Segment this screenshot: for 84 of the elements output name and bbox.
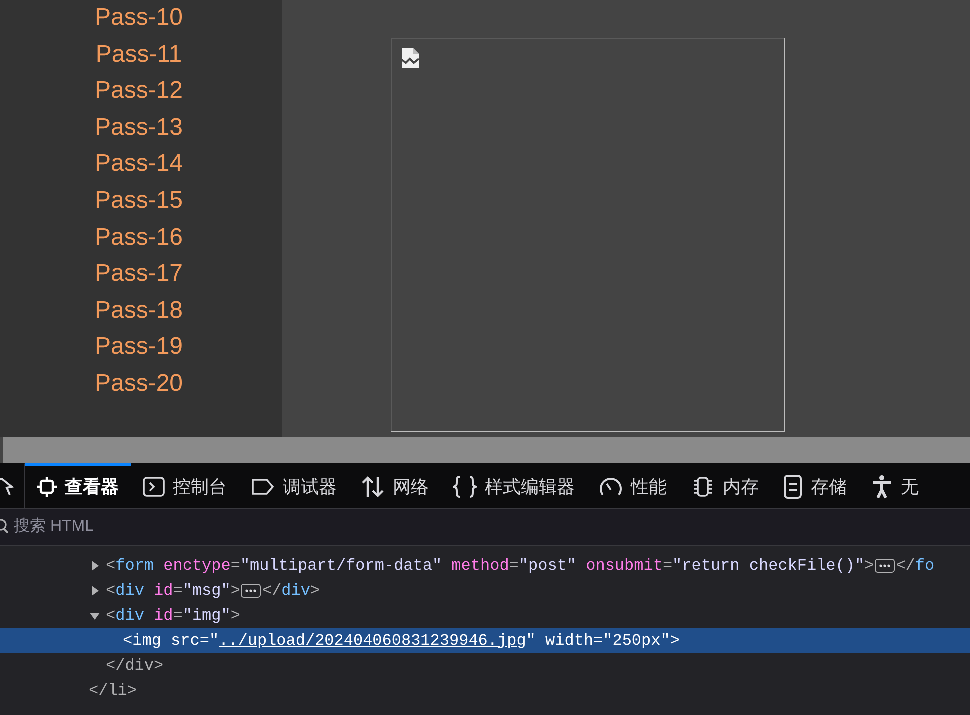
- collapsed-twisty-icon[interactable]: [90, 560, 100, 570]
- devtools-tab[interactable]: 控制台: [131, 463, 239, 508]
- markup-punctuation: =: [230, 556, 240, 576]
- collapsed-twisty-icon[interactable]: [90, 586, 100, 596]
- tag-name: fo: [915, 556, 935, 576]
- markup-punctuation: =: [509, 556, 519, 576]
- attribute-value: "img": [182, 606, 231, 626]
- tag-name: div: [282, 580, 310, 602]
- console-icon: [143, 477, 165, 497]
- attribute-value: "msg": [182, 580, 231, 602]
- level-link[interactable]: Pass-16: [94, 220, 184, 256]
- selected-markup-row[interactable]: <img src="../upload/202404060831239946.jpg" width="250px">: [0, 628, 970, 653]
- closing-tag: </li>: [89, 678, 138, 702]
- attribute-name: src: [170, 630, 200, 652]
- braces-icon: [453, 476, 477, 498]
- markup-punctuation: =: [662, 556, 673, 576]
- level-link[interactable]: Pass-18: [94, 292, 184, 330]
- devtools-tab[interactable]: 样式编辑器: [441, 463, 587, 508]
- markup-punctuation: </: [896, 556, 916, 576]
- tag-name: div: [116, 580, 144, 602]
- markup-punctuation: >: [230, 580, 240, 602]
- collapsed-content-icon[interactable]: [875, 558, 896, 572]
- level-link[interactable]: Pass-11: [96, 36, 182, 74]
- attribute-name: method: [450, 556, 510, 576]
- attribute-name: onsubmit: [585, 556, 663, 576]
- attribute-name: enctype: [162, 556, 231, 576]
- up-down-arrows-icon: [361, 476, 385, 498]
- level-link[interactable]: Pass-19: [94, 329, 184, 366]
- broken-image-icon: [401, 47, 421, 69]
- level-link[interactable]: Pass-12: [94, 73, 184, 110]
- gauge-icon: [599, 476, 623, 498]
- markup-punctuation: =: [173, 580, 183, 602]
- markup-row[interactable]: <form enctype="multipart/form-data" method="post" onsubmit="return checkFile()"> </fo: [0, 553, 970, 578]
- markup-punctuation: >: [230, 606, 240, 626]
- markup-punctuation: <: [106, 606, 116, 626]
- devtools-tab[interactable]: 网络: [349, 463, 441, 508]
- attribute-value: "post": [518, 556, 577, 576]
- markup-punctuation: <: [106, 556, 116, 576]
- attribute-value: ": [526, 630, 536, 652]
- devtools-tab[interactable]: 存储: [771, 463, 859, 508]
- devtools-tab[interactable]: 调试器: [239, 463, 349, 508]
- markup-punctuation: >: [310, 580, 320, 602]
- markup-punctuation: <: [123, 630, 133, 652]
- attribute-name: id: [153, 580, 174, 602]
- link[interactable]: ../upload/202404060831239946.jpg: [219, 628, 526, 652]
- expanded-twisty-icon[interactable]: [90, 610, 100, 620]
- accessibility-icon: [871, 475, 893, 499]
- tag-name: img: [132, 630, 162, 652]
- markup-punctuation: >: [670, 630, 680, 652]
- markup-row[interactable]: <div id="msg"> </div>: [0, 578, 970, 603]
- markup-punctuation: =: [594, 630, 604, 652]
- attribute-value: "multipart/form-data": [240, 556, 442, 576]
- tag-name: form: [116, 556, 154, 576]
- devtools-tab[interactable]: 性能: [587, 463, 679, 508]
- attribute-value: "250px": [603, 630, 670, 652]
- chip-icon: [691, 476, 715, 498]
- inspector-icon: [37, 477, 57, 497]
- tag-name: div: [116, 606, 144, 626]
- markup-punctuation: =: [173, 606, 183, 626]
- attribute-value: "return checkFile()": [672, 556, 865, 576]
- level-link[interactable]: Pass-13: [94, 110, 184, 146]
- level-link[interactable]: Pass-17: [94, 256, 184, 293]
- level-link[interactable]: Pass-10: [94, 0, 184, 37]
- level-link[interactable]: Pass-15: [94, 182, 184, 220]
- collapsed-content-icon[interactable]: [241, 584, 262, 598]
- devtools-tab[interactable]: 无: [859, 463, 931, 508]
- markup-punctuation: <: [106, 580, 116, 602]
- markup-punctuation: =: [200, 630, 210, 652]
- search-field[interactable]: 搜索 HTML: [14, 515, 314, 539]
- level-link[interactable]: Pass-14: [94, 146, 184, 183]
- search-icon: [0, 519, 10, 535]
- attribute-name: id: [153, 606, 174, 626]
- attribute-value: ": [209, 630, 220, 652]
- storage-icon: [783, 475, 803, 499]
- markup-punctuation: >: [864, 556, 874, 576]
- horizontal-scrollbar[interactable]: [0, 437, 970, 463]
- devtools-tab[interactable]: 内存: [679, 463, 771, 508]
- attribute-name: width: [544, 630, 594, 652]
- level-link[interactable]: Pass-20: [94, 366, 184, 403]
- markup-row[interactable]: <div id="img">: [0, 603, 970, 628]
- pick-element-icon: [0, 477, 14, 497]
- tag-icon: [251, 478, 275, 496]
- markup-punctuation: </: [262, 580, 282, 602]
- closing-tag: </div>: [106, 654, 164, 678]
